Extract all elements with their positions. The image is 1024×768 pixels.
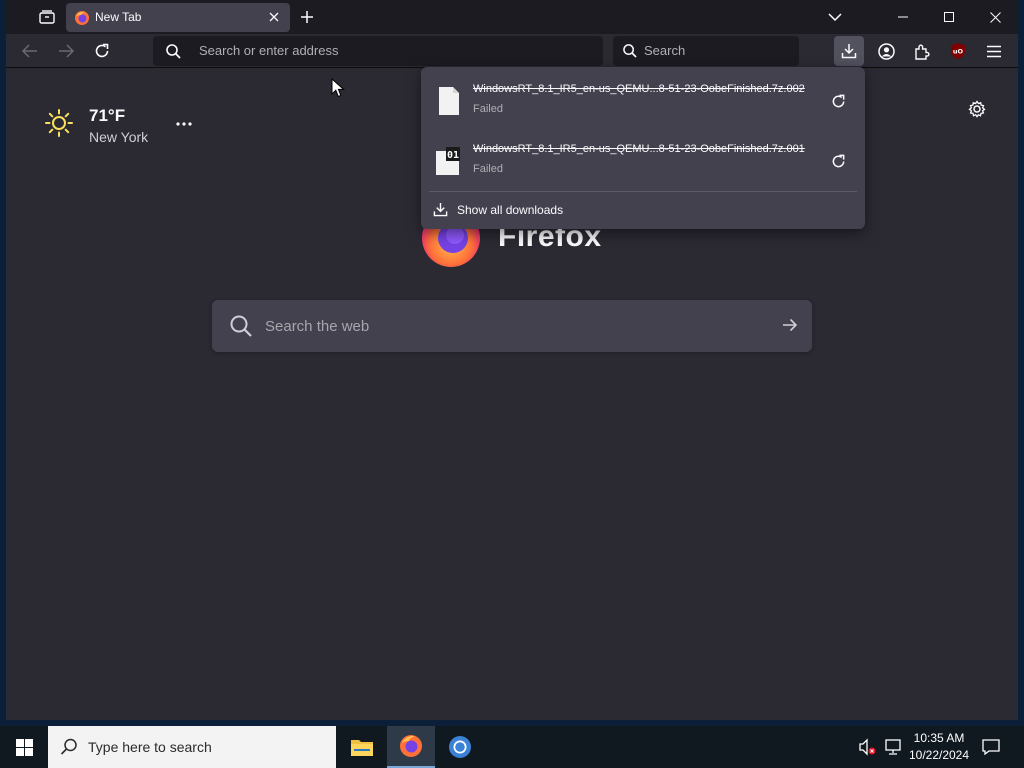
account-icon <box>877 42 895 60</box>
clock-date: 10/22/2024 <box>908 748 970 762</box>
start-button[interactable] <box>0 726 48 768</box>
extensions-button[interactable] <box>907 36 937 66</box>
chevron-down-icon <box>828 13 842 21</box>
svg-text:uO: uO <box>953 48 964 56</box>
weather-temperature: 71°F <box>89 106 126 125</box>
search-icon <box>230 315 252 337</box>
back-button[interactable] <box>15 36 45 66</box>
web-search-box[interactable]: Search the web <box>212 300 812 352</box>
hamburger-menu-icon <box>987 45 1001 57</box>
firefox-view-button[interactable] <box>33 4 61 30</box>
app-menu-button[interactable] <box>979 36 1009 66</box>
arrow-right-icon[interactable] <box>782 317 798 333</box>
close-icon <box>269 12 279 22</box>
retry-download-button[interactable] <box>827 150 849 172</box>
svg-text:01: 01 <box>447 150 459 161</box>
navigation-toolbar: Search or enter address Search uO <box>0 34 1024 68</box>
notification-icon <box>982 739 1000 755</box>
taskbar-file-explorer[interactable] <box>338 726 386 768</box>
clock-time: 10:35 AM <box>913 731 965 745</box>
network-icon[interactable] <box>884 738 902 756</box>
search-bar[interactable]: Search <box>613 36 799 66</box>
download-icon <box>841 44 857 59</box>
maximize-button[interactable] <box>926 0 972 34</box>
blank-file-icon <box>439 87 459 115</box>
taskbar-search-input[interactable]: Type here to search <box>88 739 212 755</box>
tab-close-button[interactable] <box>266 9 282 25</box>
search-input[interactable]: Search <box>644 43 685 58</box>
system-clock[interactable]: 10:35 AM 10/22/2024 <box>904 730 974 764</box>
forward-button[interactable] <box>51 36 81 66</box>
window-border-right <box>1018 0 1024 726</box>
new-tab-button[interactable] <box>296 5 318 29</box>
weather-context-menu-button[interactable] <box>174 114 194 134</box>
taskbar-search-box[interactable]: Type here to search <box>48 726 336 768</box>
minimize-button[interactable] <box>880 0 926 34</box>
account-button[interactable] <box>871 36 901 66</box>
download-filename: WindowsRT_8.1_IR5_en-us_QEMU...8-51-23-O… <box>473 143 805 155</box>
maximize-icon <box>944 12 954 22</box>
windows-logo-icon <box>15 738 33 756</box>
binary-file-icon: 01 <box>436 147 460 175</box>
window-close-button[interactable] <box>972 0 1018 34</box>
retry-download-button[interactable] <box>827 90 849 112</box>
plus-icon <box>301 11 313 23</box>
panel-divider <box>429 191 857 192</box>
search-icon <box>166 44 181 59</box>
download-filename: WindowsRT_8.1_IR5_en-us_QEMU...8-51-23-O… <box>473 83 805 95</box>
ublock-origin-icon: uO <box>951 43 965 59</box>
taskbar: Type here to search 10:35 AM 10/22/2024 <box>0 726 1024 768</box>
download-status: Failed <box>473 103 503 115</box>
personalize-settings-button[interactable] <box>966 98 988 120</box>
taskbar-firefox[interactable] <box>387 726 435 768</box>
show-all-downloads-label: Show all downloads <box>457 203 564 217</box>
mouse-cursor-icon <box>331 78 345 98</box>
ublock-origin-button[interactable]: uO <box>943 36 973 66</box>
show-all-downloads-button[interactable]: Show all downloads <box>429 197 857 223</box>
list-all-tabs-button[interactable] <box>824 5 846 29</box>
taskbar-chromium[interactable] <box>436 726 484 768</box>
firefox-icon <box>400 735 422 757</box>
arrow-right-icon <box>59 44 74 58</box>
retry-icon <box>832 94 844 107</box>
window-border-left <box>0 0 6 726</box>
gear-icon <box>968 100 986 118</box>
file-explorer-icon <box>351 740 373 756</box>
download-item[interactable]: WindowsRT_8.1_IR5_en-us_QEMU...8-51-23-O… <box>429 73 857 129</box>
arrow-left-icon <box>22 44 37 58</box>
search-icon <box>60 738 77 755</box>
tab-title: New Tab <box>95 10 142 24</box>
retry-icon <box>832 154 844 167</box>
downloads-button[interactable] <box>834 36 864 66</box>
weather-widget[interactable]: 71°F New York <box>44 104 224 148</box>
reload-button[interactable] <box>87 36 117 66</box>
browser-window: New Tab Search or enter address Search u… <box>0 0 1024 726</box>
download-status: Failed <box>473 163 503 175</box>
weather-location: New York <box>89 129 149 145</box>
downloads-panel: WindowsRT_8.1_IR5_en-us_QEMU...8-51-23-O… <box>421 67 865 229</box>
more-dots-icon <box>176 122 192 126</box>
puzzle-piece-icon <box>914 44 930 60</box>
action-center-button[interactable] <box>978 736 1004 758</box>
web-search-input[interactable]: Search the web <box>265 318 369 335</box>
tab-strip: New Tab <box>0 0 1024 34</box>
close-icon <box>989 11 1001 23</box>
sun-icon <box>45 109 73 137</box>
download-icon <box>433 202 448 217</box>
firefox-view-icon <box>39 10 55 24</box>
search-icon <box>623 44 637 58</box>
download-item[interactable]: 01 WindowsRT_8.1_IR5_en-us_QEMU...8-51-2… <box>429 133 857 189</box>
tab-new-tab[interactable]: New Tab <box>66 3 290 32</box>
firefox-favicon-icon <box>75 11 89 25</box>
chromium-icon <box>449 736 471 758</box>
address-input[interactable]: Search or enter address <box>199 43 338 58</box>
address-bar[interactable]: Search or enter address <box>153 36 603 66</box>
reload-icon <box>95 43 109 58</box>
minimize-icon <box>898 16 908 18</box>
volume-muted-icon[interactable] <box>858 738 876 756</box>
